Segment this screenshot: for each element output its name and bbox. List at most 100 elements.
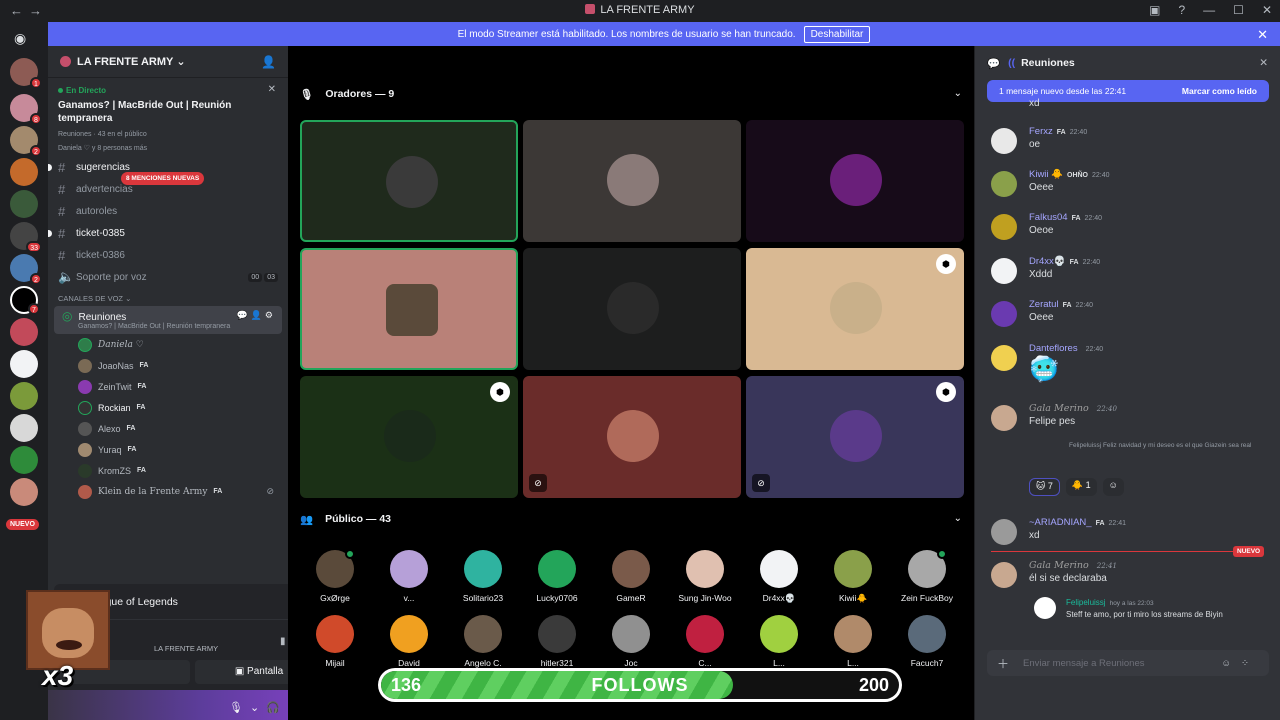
- voice-user[interactable]: KromZS FA: [48, 460, 288, 481]
- close-icon[interactable]: ✕: [1259, 57, 1268, 69]
- avatar[interactable]: [991, 301, 1017, 327]
- voice-user[interactable]: Rockian FA: [48, 397, 288, 418]
- avatar[interactable]: [991, 519, 1017, 545]
- server-icon[interactable]: [10, 478, 38, 506]
- audience-header[interactable]: 👥 Público — 43: [300, 509, 391, 529]
- server-icon: [585, 4, 596, 14]
- event-people: Daniela ♡ y 8 personas más: [58, 145, 148, 152]
- speaker-tile[interactable]: ⬢: [300, 376, 518, 498]
- audience-member[interactable]: Zein FuckBoy: [890, 549, 964, 603]
- avatar[interactable]: [991, 171, 1017, 197]
- audience-member[interactable]: hitler321: [520, 615, 594, 668]
- voice-user[interactable]: ZeinTwit FA: [48, 376, 288, 397]
- audience-member[interactable]: v...: [372, 550, 446, 603]
- reply-embed: Felipeluissj hoy a las 22:03 Steff te amo…: [1034, 595, 1264, 625]
- server-icon[interactable]: 1: [10, 58, 42, 89]
- disable-streamer-button[interactable]: Deshabilitar: [803, 25, 871, 43]
- avatar: [1034, 597, 1056, 619]
- avatar: [78, 337, 92, 352]
- voice-user[interactable]: Daniela ♡: [48, 334, 288, 355]
- speaker-tile[interactable]: [523, 120, 741, 242]
- discord-home-icon[interactable]: ◉: [14, 30, 26, 47]
- avatar[interactable]: [991, 345, 1017, 371]
- speaker-tile[interactable]: [300, 248, 518, 370]
- speaker-tile[interactable]: [746, 120, 964, 242]
- server-icon[interactable]: [10, 350, 38, 378]
- server-icon[interactable]: [10, 446, 38, 474]
- server-icon[interactable]: 2: [10, 254, 42, 285]
- audience-member[interactable]: Facuch7: [890, 615, 964, 668]
- voice-category[interactable]: CANALES DE VOZ ⌄: [48, 288, 288, 306]
- audience-member[interactable]: Mijail: [298, 615, 372, 668]
- chevron-down-icon[interactable]: ⌄: [954, 88, 962, 99]
- message-composer[interactable]: ＋ Enviar mensaje a Reuniones ☺⁘: [987, 650, 1269, 676]
- muted-icon: ⊘: [752, 474, 770, 492]
- channel-autoroles[interactable]: # autoroles: [48, 200, 288, 222]
- speaker-tile[interactable]: [300, 120, 518, 242]
- plus-icon[interactable]: ＋: [997, 655, 1009, 672]
- server-icon[interactable]: 8: [10, 94, 42, 125]
- avatar: [830, 154, 882, 206]
- close-icon[interactable]: ✕: [1257, 27, 1268, 43]
- speakers-header[interactable]: 🎙 Oradores — 9: [300, 84, 394, 104]
- avatar[interactable]: [991, 128, 1017, 154]
- reaction[interactable]: 🐱 7: [1029, 478, 1060, 496]
- audience-member[interactable]: L...: [742, 615, 816, 668]
- voice-user[interactable]: JoaoNas FA: [48, 355, 288, 376]
- reaction[interactable]: 🐥 1: [1065, 478, 1097, 496]
- speaker-tile[interactable]: [523, 248, 741, 370]
- chat-message: Danteflores 22:40 🥶: [975, 343, 1280, 393]
- avatar[interactable]: [991, 214, 1017, 240]
- audience-member[interactable]: GxØrge: [298, 549, 372, 603]
- close-window-button[interactable]: ✕: [1262, 3, 1272, 17]
- server-icon[interactable]: 33: [10, 222, 42, 253]
- close-icon[interactable]: ✕: [268, 84, 276, 95]
- voice-user[interactable]: Klein de la Frente Army FA ⊘: [48, 481, 288, 502]
- audience-member[interactable]: David: [372, 615, 446, 668]
- server-icon[interactable]: 7: [10, 286, 40, 315]
- mark-read-button[interactable]: Marcar como leído: [1182, 86, 1257, 96]
- audience-member[interactable]: Kiwii🐥: [816, 550, 890, 604]
- audience-member[interactable]: Joc: [594, 615, 668, 668]
- minimize-button[interactable]: —: [1203, 3, 1215, 17]
- server-icon[interactable]: [10, 382, 38, 410]
- server-icon[interactable]: [10, 158, 38, 186]
- audience-member[interactable]: L...: [816, 615, 890, 668]
- avatar[interactable]: [991, 405, 1017, 431]
- add-reaction-icon[interactable]: ☺: [1102, 478, 1124, 496]
- avatar[interactable]: [991, 258, 1017, 284]
- channel-ticket-0385[interactable]: # ticket-0385: [48, 222, 288, 244]
- speaker-tile[interactable]: ⬢: [746, 248, 964, 370]
- channel-ticket-0386[interactable]: # ticket-0386: [48, 244, 288, 266]
- server-icon[interactable]: [10, 414, 38, 442]
- speaker-tile[interactable]: ⊘: [523, 376, 741, 498]
- chat-icon: 💬: [987, 57, 1001, 70]
- emoji-icon[interactable]: ☺⁘: [1221, 658, 1259, 669]
- maximize-button[interactable]: ☐: [1233, 3, 1244, 17]
- audience-member[interactable]: Dr4xx💀: [742, 550, 816, 604]
- channel-actions[interactable]: 💬👤⚙: [237, 310, 276, 321]
- server-icon[interactable]: [10, 318, 38, 346]
- voice-user[interactable]: Yuraq FA: [48, 439, 288, 460]
- live-event-card[interactable]: En Directo Ganamos? | MacBride Out | Reu…: [48, 78, 288, 156]
- audience-member[interactable]: GameR: [594, 550, 668, 603]
- help-icon[interactable]: ?: [1178, 3, 1185, 17]
- voice-user[interactable]: Alexo FA: [48, 418, 288, 439]
- channel-soporte-voz[interactable]: 🔈 Soporte por voz 00 03: [48, 266, 288, 288]
- chevron-down-icon[interactable]: ⌄: [954, 513, 962, 524]
- server-icon[interactable]: 2: [10, 126, 42, 157]
- audience-member[interactable]: Solitario23: [446, 550, 520, 603]
- speaker-tile[interactable]: ⬢ ⊘: [746, 376, 964, 498]
- server-header[interactable]: LA FRENTE ARMY ⌄ 👤: [48, 46, 288, 78]
- server-icon[interactable]: [10, 190, 38, 218]
- mentions-pill[interactable]: 8 MENCIONES NUEVAS: [121, 172, 205, 185]
- inbox-icon[interactable]: ▣: [1149, 3, 1160, 17]
- audience-member[interactable]: Sung Jin-Woo: [668, 550, 742, 603]
- stage-channel-reuniones[interactable]: ◎ Reuniones Ganamos? | MacBride Out | Reu…: [54, 306, 282, 334]
- hash-icon: #: [58, 225, 66, 241]
- audience-member[interactable]: Angelo C.: [446, 615, 520, 668]
- audience-member[interactable]: Lucky0706: [520, 550, 594, 603]
- invite-icon[interactable]: 👤: [261, 55, 276, 69]
- avatar[interactable]: [991, 562, 1017, 588]
- audience-member[interactable]: C...: [668, 615, 742, 668]
